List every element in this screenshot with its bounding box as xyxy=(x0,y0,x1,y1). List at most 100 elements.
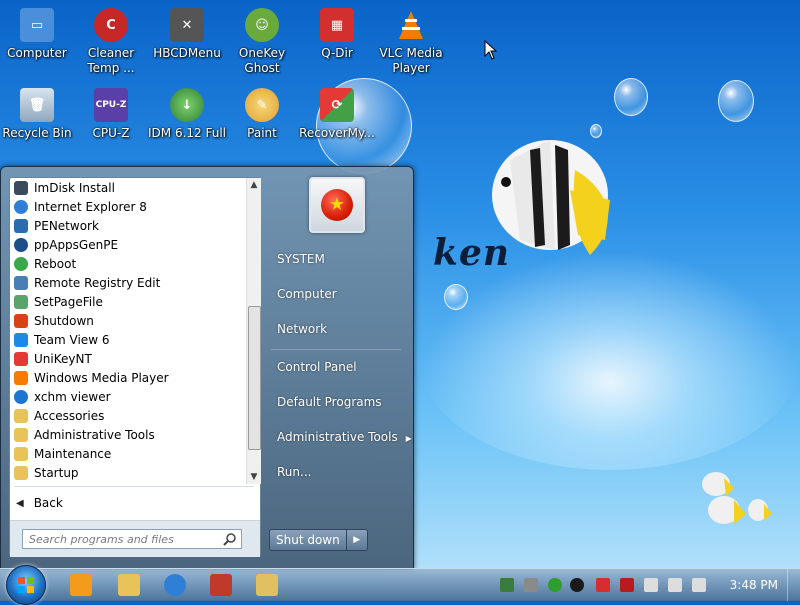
start-item-network[interactable]: Network xyxy=(277,322,327,336)
small-bubble xyxy=(444,284,468,310)
recover-icon: ⟳ xyxy=(320,88,354,122)
ie-bubble-icon xyxy=(718,80,754,122)
desktop-icon-cleaner[interactable]: C Cleaner Temp ... xyxy=(71,8,151,76)
start-button[interactable] xyxy=(6,565,46,605)
program-item-windows-media-player[interactable]: Windows Media Player xyxy=(10,368,246,387)
desktop-icon-label: OneKey Ghost xyxy=(238,46,286,75)
unikey-tray-icon[interactable] xyxy=(596,578,610,592)
internet-explorer-taskbar-icon[interactable] xyxy=(164,574,186,596)
program-item-unikeynt[interactable]: UniKeyNT xyxy=(10,349,246,368)
program-item-penetwork[interactable]: PENetwork xyxy=(10,216,246,235)
program-item-reboot[interactable]: Reboot xyxy=(10,254,246,273)
scroll-down-icon[interactable]: ▼ xyxy=(247,470,261,484)
security-tray-icon[interactable] xyxy=(620,578,634,592)
play-tray-icon[interactable] xyxy=(570,578,584,592)
water-splash-wallpaper xyxy=(420,250,800,470)
desktop-icon-cpuz[interactable]: CPU-Z CPU-Z xyxy=(71,88,151,141)
ppapps-icon xyxy=(14,237,28,252)
program-item-setpagefile[interactable]: SetPageFile xyxy=(10,292,246,311)
start-menu-programs-pane: ImDisk Install Internet Explorer 8 PENet… xyxy=(9,177,261,557)
show-desktop-button[interactable] xyxy=(787,569,800,601)
vlc-icon xyxy=(394,8,428,42)
desktop-icon-label: Computer xyxy=(7,46,67,60)
windows-bubble-icon xyxy=(614,78,648,116)
desktop-icon-label: HBCDMenu xyxy=(153,46,221,60)
clock[interactable]: 3:48 PM xyxy=(730,578,778,592)
program-item-imdisk[interactable]: ImDisk Install xyxy=(10,178,246,197)
program-item-shutdown[interactable]: Shutdown xyxy=(10,311,246,330)
taskbar: 3:48 PM xyxy=(0,565,800,605)
program-folder-maintenance[interactable]: Maintenance xyxy=(10,444,246,463)
desktop-icon-recycle-bin[interactable]: 🗑 Recycle Bin xyxy=(0,88,77,141)
desktop-icon-paint[interactable]: ✎ Paint xyxy=(222,88,302,141)
shutdown-options-arrow-icon[interactable]: ▶ xyxy=(346,529,368,551)
cpuz-icon: CPU-Z xyxy=(94,88,128,122)
program-item-xchm-viewer[interactable]: xchm viewer xyxy=(10,387,246,406)
start-item-computer[interactable]: Computer xyxy=(277,287,337,301)
desktop-icon-computer[interactable]: ▭ Computer xyxy=(0,8,77,61)
search-input[interactable]: Search programs and files xyxy=(22,529,242,549)
program-folder-administrative-tools[interactable]: Administrative Tools xyxy=(10,425,246,444)
desktop-icon-idm[interactable]: ↓ IDM 6.12 Full xyxy=(147,88,227,141)
network-tray-icon[interactable] xyxy=(500,578,514,592)
desktop-icon-label: Q-Dir xyxy=(321,46,353,60)
paint-taskbar-icon[interactable] xyxy=(256,574,278,596)
start-item-default-programs[interactable]: Default Programs xyxy=(277,395,382,409)
back-button[interactable]: ◀ Back xyxy=(16,496,63,510)
program-item-team-view[interactable]: Team View 6 xyxy=(10,330,246,349)
scrollbar-thumb[interactable] xyxy=(248,306,261,450)
program-folder-accessories[interactable]: Accessories xyxy=(10,406,246,425)
desktop-icon-onekey-ghost[interactable]: ☺ OneKey Ghost xyxy=(222,8,302,76)
start-item-system[interactable]: SYSTEM xyxy=(277,252,325,266)
check-tray-icon[interactable] xyxy=(548,578,562,592)
scroll-up-icon[interactable]: ▲ xyxy=(247,178,261,192)
explorer-taskbar-icon[interactable] xyxy=(118,574,140,596)
start-item-run[interactable]: Run... xyxy=(277,465,311,479)
desktop-icon-hbcdmenu[interactable]: ✕ HBCDMenu xyxy=(147,8,227,61)
display-tray-icon[interactable] xyxy=(668,578,682,592)
desktop-icon-label: CPU-Z xyxy=(92,126,130,140)
program-item-ppappsgenpe[interactable]: ppAppsGenPE xyxy=(10,235,246,254)
windows-logo-icon xyxy=(18,577,34,593)
media-player-icon xyxy=(14,370,28,385)
start-menu-right-pane: ★ SYSTEM Computer Network Control Panel … xyxy=(263,167,413,567)
program-item-remote-registry-edit[interactable]: Remote Registry Edit xyxy=(10,273,246,292)
user-picture-icon: ★ xyxy=(321,189,353,221)
program-item-internet-explorer[interactable]: Internet Explorer 8 xyxy=(10,197,246,216)
mouse-cursor-icon xyxy=(484,40,498,60)
desktop-icon-label: Paint xyxy=(247,126,277,140)
search-area: Search programs and files xyxy=(10,520,260,557)
network-taskbar-icon[interactable] xyxy=(210,574,232,596)
desktop-icon-qdir[interactable]: ▦ Q-Dir xyxy=(297,8,377,61)
desktop-icon-label: VLC Media Player xyxy=(379,46,443,75)
recycle-bin-icon: 🗑 xyxy=(20,88,54,122)
search-icon[interactable] xyxy=(223,532,237,546)
folder-icon xyxy=(14,408,28,423)
start-item-administrative-tools[interactable]: Administrative Tools ▶ xyxy=(277,430,412,444)
system-tray: 3:48 PM xyxy=(494,569,800,601)
shutdown-button[interactable]: Shut down xyxy=(269,529,347,551)
network-icon xyxy=(14,218,28,233)
program-folder-startup[interactable]: Startup xyxy=(10,463,246,482)
folder-icon xyxy=(14,446,28,461)
desktop-icon-vlc[interactable]: VLC Media Player xyxy=(371,8,451,76)
program-list-scrollbar[interactable]: ▲ ▼ xyxy=(246,178,261,484)
small-fish-wallpaper-image xyxy=(702,472,772,524)
paint-icon: ✎ xyxy=(245,88,279,122)
drive-tray-icon[interactable] xyxy=(524,578,538,592)
user-avatar[interactable]: ★ xyxy=(309,177,365,233)
desktop-icon-recovermy[interactable]: ⟳ RecoverMy... xyxy=(297,88,377,141)
reboot-icon xyxy=(14,256,28,271)
desktop-icon-label: Cleaner Temp ... xyxy=(87,46,135,75)
shutdown-control: Shut down ▶ xyxy=(269,529,368,551)
folder-icon xyxy=(14,465,28,480)
qdir-icon: ▦ xyxy=(320,8,354,42)
start-item-control-panel[interactable]: Control Panel xyxy=(277,360,357,374)
computer-icon: ▭ xyxy=(20,8,54,42)
media-player-taskbar-icon[interactable] xyxy=(70,574,92,596)
cleaner-icon: C xyxy=(94,8,128,42)
ghost-icon: ☺ xyxy=(245,8,279,42)
flag-tray-icon[interactable] xyxy=(644,578,658,592)
volume-muted-tray-icon[interactable] xyxy=(692,578,706,592)
unikey-icon xyxy=(14,351,28,366)
